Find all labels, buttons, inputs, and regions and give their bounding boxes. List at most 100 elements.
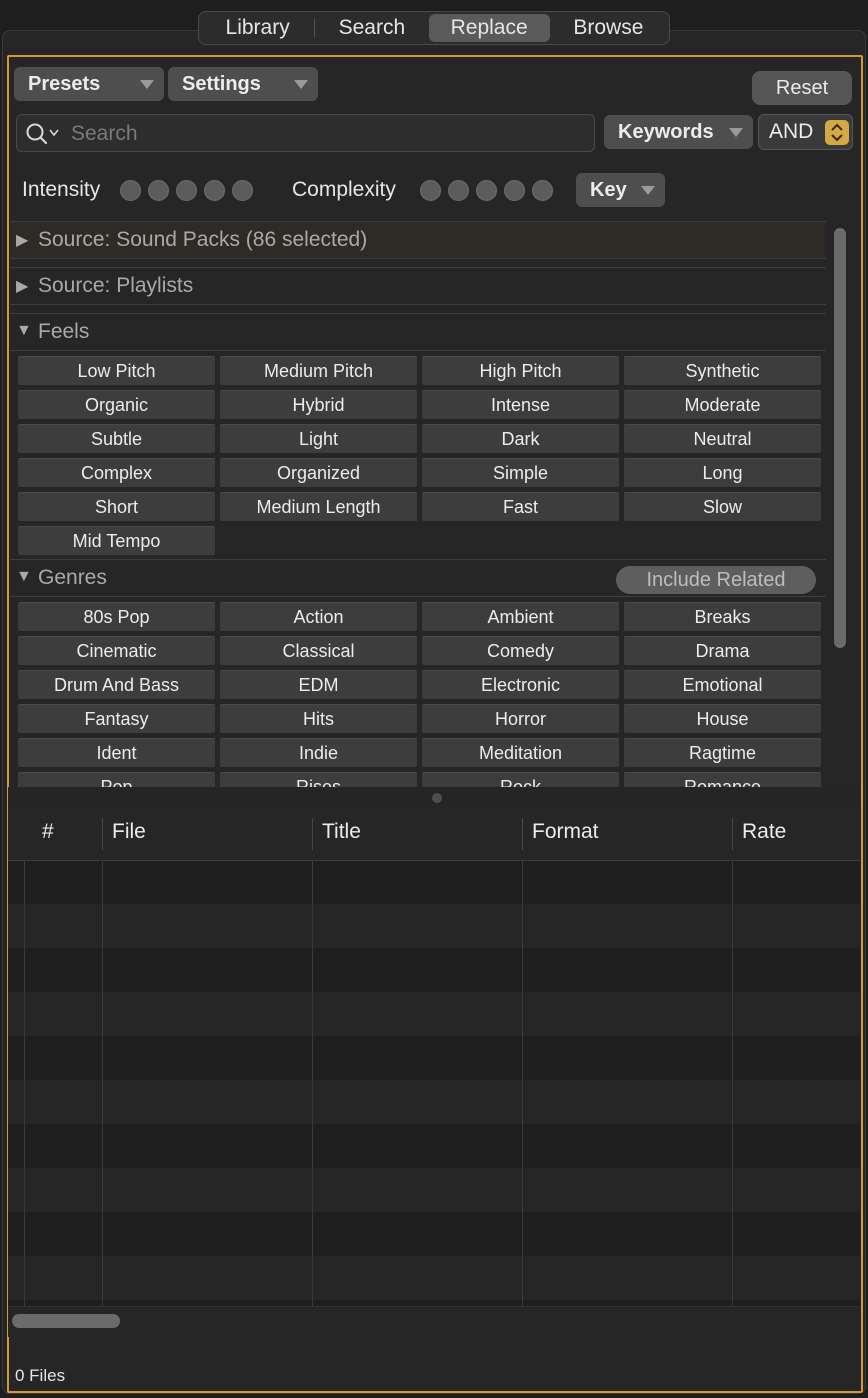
presets-dropdown[interactable]: Presets: [14, 67, 164, 101]
column-header-number[interactable]: #: [42, 820, 54, 844]
section-playlists[interactable]: ▶ Source: Playlists: [10, 267, 826, 305]
genre-tag[interactable]: Romance: [624, 772, 821, 787]
genre-tag[interactable]: Drum And Bass: [18, 670, 215, 699]
column-line: [312, 860, 313, 1306]
scrollbar-thumb[interactable]: [834, 228, 846, 648]
files-table: # File Title Format Rate: [8, 808, 860, 1306]
genre-tag[interactable]: Breaks: [624, 602, 821, 631]
tab-search[interactable]: Search: [315, 14, 428, 42]
genre-tag[interactable]: Fantasy: [18, 704, 215, 733]
feel-tag[interactable]: Subtle: [18, 424, 215, 453]
genre-tag[interactable]: House: [624, 704, 821, 733]
view-tabs: Library Search Replace Browse: [198, 11, 670, 45]
feel-tag[interactable]: Organic: [18, 390, 215, 419]
feel-tag[interactable]: Intense: [422, 390, 619, 419]
filter-scrollbar[interactable]: [832, 224, 848, 784]
complexity-dot-3[interactable]: [476, 180, 497, 201]
disclosure-down-icon[interactable]: ▼: [16, 322, 32, 340]
intensity-dot-5[interactable]: [232, 180, 253, 201]
genre-tag[interactable]: Cinematic: [18, 636, 215, 665]
disclosure-right-icon[interactable]: ▶: [16, 230, 28, 250]
feel-tag[interactable]: Moderate: [624, 390, 821, 419]
column-divider[interactable]: [312, 818, 313, 850]
key-dropdown[interactable]: Key: [576, 173, 665, 207]
intensity-dot-1[interactable]: [120, 180, 141, 201]
feel-tag[interactable]: Low Pitch: [18, 356, 215, 385]
genre-tag[interactable]: Action: [220, 602, 417, 631]
search-icon[interactable]: [25, 121, 51, 147]
column-divider[interactable]: [732, 818, 733, 850]
feel-tag[interactable]: Medium Length: [220, 492, 417, 521]
scrollbar-thumb[interactable]: [12, 1314, 120, 1328]
genre-tag[interactable]: Meditation: [422, 738, 619, 767]
genre-tag[interactable]: Rock: [422, 772, 619, 787]
intensity-dot-4[interactable]: [204, 180, 225, 201]
genre-tag[interactable]: Ident: [18, 738, 215, 767]
complexity-dot-5[interactable]: [532, 180, 553, 201]
keywords-dropdown[interactable]: Keywords: [604, 115, 753, 149]
section-sound-packs[interactable]: ▶ Source: Sound Packs (86 selected): [10, 221, 826, 259]
column-header-format[interactable]: Format: [532, 820, 599, 844]
table-header: # File Title Format Rate: [8, 808, 860, 861]
feel-tag[interactable]: Slow: [624, 492, 821, 521]
tab-browse[interactable]: Browse: [550, 14, 667, 42]
genre-tag[interactable]: Electronic: [422, 670, 619, 699]
tab-replace[interactable]: Replace: [428, 14, 550, 42]
column-header-file[interactable]: File: [112, 820, 146, 844]
intensity-dot-2[interactable]: [148, 180, 169, 201]
operator-value: AND: [769, 120, 814, 143]
disclosure-right-icon[interactable]: ▶: [16, 276, 28, 296]
genre-tag[interactable]: 80s Pop: [18, 602, 215, 631]
complexity-dot-1[interactable]: [420, 180, 441, 201]
column-header-rate[interactable]: Rate: [742, 820, 786, 844]
genre-tag[interactable]: Horror: [422, 704, 619, 733]
reset-button[interactable]: Reset: [752, 71, 852, 105]
genre-tag[interactable]: Drama: [624, 636, 821, 665]
table-horizontal-scrollbar[interactable]: [8, 1306, 860, 1337]
genre-tag[interactable]: Ambient: [422, 602, 619, 631]
intensity-dot-3[interactable]: [176, 180, 197, 201]
feel-tag[interactable]: Light: [220, 424, 417, 453]
chevron-down-icon: [729, 128, 743, 137]
genre-tag[interactable]: Emotional: [624, 670, 821, 699]
feel-tag[interactable]: Complex: [18, 458, 215, 487]
tab-library[interactable]: Library: [201, 14, 314, 42]
feel-tag[interactable]: Dark: [422, 424, 619, 453]
feel-tag[interactable]: Neutral: [624, 424, 821, 453]
genre-tag[interactable]: EDM: [220, 670, 417, 699]
search-input[interactable]: [69, 119, 583, 149]
column-divider[interactable]: [102, 818, 103, 850]
feel-tag[interactable]: Short: [18, 492, 215, 521]
section-title: Source: Playlists: [38, 274, 194, 297]
genre-tag[interactable]: Indie: [220, 738, 417, 767]
genre-tag[interactable]: Ragtime: [624, 738, 821, 767]
section-feels[interactable]: ▼ Feels: [10, 313, 826, 351]
feel-tag[interactable]: Fast: [422, 492, 619, 521]
operator-select[interactable]: AND: [758, 114, 853, 150]
genre-tag[interactable]: Comedy: [422, 636, 619, 665]
chevron-down-icon: [641, 186, 655, 195]
feel-tag[interactable]: Long: [624, 458, 821, 487]
settings-dropdown[interactable]: Settings: [168, 67, 318, 101]
genre-tag[interactable]: Classical: [220, 636, 417, 665]
splitter-handle-icon[interactable]: [432, 793, 442, 803]
feel-tag[interactable]: Hybrid: [220, 390, 417, 419]
feel-tag[interactable]: Simple: [422, 458, 619, 487]
column-header-title[interactable]: Title: [322, 820, 361, 844]
feel-tag[interactable]: Mid Tempo: [18, 526, 215, 555]
genre-tag[interactable]: Pop: [18, 772, 215, 787]
include-related-button[interactable]: Include Related: [616, 566, 816, 594]
feel-tag[interactable]: High Pitch: [422, 356, 619, 385]
search-field[interactable]: [16, 114, 595, 152]
complexity-dot-4[interactable]: [504, 180, 525, 201]
disclosure-down-icon[interactable]: ▼: [16, 568, 32, 586]
genre-tag[interactable]: Hits: [220, 704, 417, 733]
column-divider[interactable]: [522, 818, 523, 850]
section-title: Feels: [38, 320, 90, 343]
complexity-dot-2[interactable]: [448, 180, 469, 201]
pane-splitter[interactable]: [8, 787, 860, 809]
feel-tag[interactable]: Synthetic: [624, 356, 821, 385]
feel-tag[interactable]: Organized: [220, 458, 417, 487]
feel-tag[interactable]: Medium Pitch: [220, 356, 417, 385]
genre-tag[interactable]: Rises: [220, 772, 417, 787]
